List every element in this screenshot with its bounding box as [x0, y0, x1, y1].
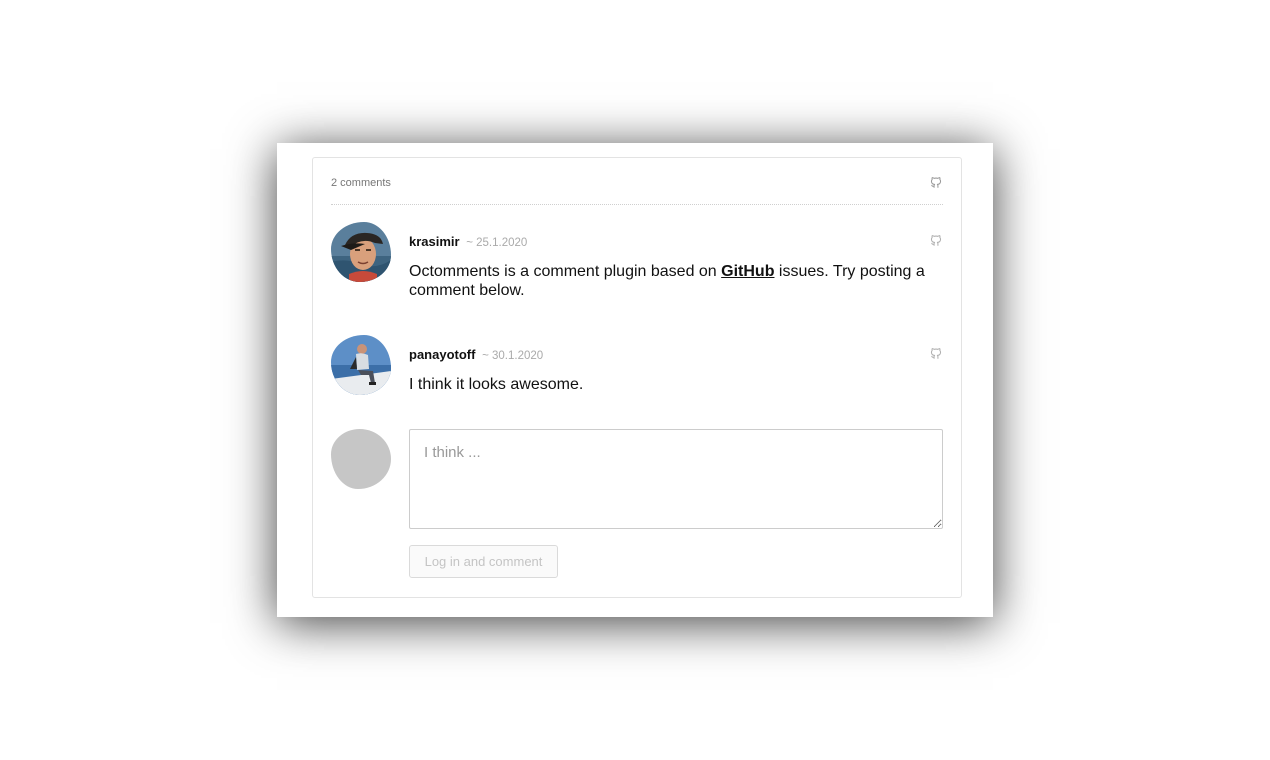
comment-author[interactable]: panayotoff	[409, 347, 475, 362]
comment-count: 2 comments	[331, 177, 391, 189]
user-photo-panayotoff	[331, 335, 391, 395]
comment-item: krasimir ~ 25.1.2020 Octomments is a com…	[331, 222, 943, 312]
comments-card: 2 comments krasimir ~ 25.1.2020 Octommen…	[277, 143, 993, 617]
comment-meta: krasimir ~ 25.1.2020	[409, 234, 527, 249]
avatar[interactable]	[331, 335, 391, 395]
octomments-widget: 2 comments krasimir ~ 25.1.2020 Octommen…	[312, 157, 962, 598]
comment-meta: panayotoff ~ 30.1.2020	[409, 347, 543, 362]
login-and-comment-button[interactable]: Log in and comment	[409, 545, 558, 578]
comment-date: ~ 30.1.2020	[482, 350, 544, 362]
github-icon[interactable]	[929, 175, 943, 189]
avatar[interactable]	[331, 222, 391, 282]
comment-item: panayotoff ~ 30.1.2020 I think it looks …	[331, 335, 943, 405]
github-icon[interactable]	[929, 346, 943, 360]
comment-text: Octomments is a comment plugin based on	[409, 263, 722, 280]
comment-author[interactable]: krasimir	[409, 234, 460, 249]
comment-date: ~ 25.1.2020	[466, 237, 528, 249]
comment-body: Octomments is a comment plugin based on …	[409, 262, 943, 300]
avatar-placeholder	[331, 429, 391, 489]
comments-header: 2 comments	[331, 158, 943, 205]
comment-body: I think it looks awesome.	[409, 376, 584, 393]
github-icon[interactable]	[929, 233, 943, 247]
github-link[interactable]: GitHub	[721, 263, 774, 280]
comment-textarea[interactable]	[409, 429, 943, 529]
user-photo-krasimir	[331, 222, 391, 282]
